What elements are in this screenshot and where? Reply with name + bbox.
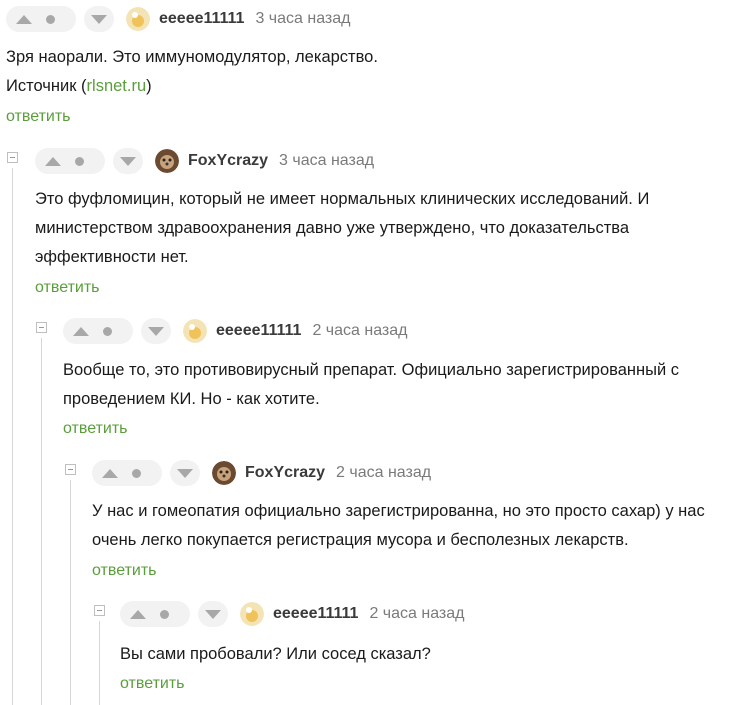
comment-line: очень легко покупается регистрация мусор… — [92, 531, 629, 549]
vote-up-icon[interactable] — [45, 156, 61, 166]
reply-button[interactable]: ответить — [63, 420, 128, 438]
comment-time: 2 часа назад — [312, 322, 408, 339]
source-prefix: Источник ( — [6, 77, 87, 95]
vote-dot-icon — [132, 468, 141, 478]
collapse-icon[interactable] — [65, 464, 76, 475]
vote-down-button[interactable] — [198, 601, 228, 627]
vote-down-button[interactable] — [113, 148, 143, 174]
vote-dot-icon — [75, 156, 84, 166]
vote-down-icon — [148, 326, 164, 336]
vote-up-icon[interactable] — [130, 609, 146, 619]
thread-line-level-2 — [41, 338, 42, 705]
vote-down-icon — [205, 609, 221, 619]
collapse-icon[interactable] — [7, 152, 18, 163]
comment-time: 3 часа назад — [255, 10, 351, 27]
comment-line: Зря наорали. Это иммуномодулятор, лекарс… — [6, 48, 378, 66]
comment-time: 3 часа назад — [279, 152, 375, 169]
comment-header: eeeee11111 2 часа назад — [120, 599, 465, 629]
reply-button[interactable]: ответить — [6, 108, 71, 126]
source-line: Источник (rlsnet.ru) — [6, 72, 378, 101]
vote-down-icon — [120, 156, 136, 166]
source-link[interactable]: rlsnet.ru — [87, 77, 147, 95]
vote-pill — [63, 318, 133, 344]
source-suffix: ) — [146, 77, 152, 95]
vote-dot-icon — [103, 326, 112, 336]
avatar[interactable] — [240, 602, 264, 626]
comment-body: Вообще то, это противовирусный препарат.… — [63, 356, 679, 414]
comment-line: Вообще то, это противовирусный препарат.… — [63, 361, 680, 379]
vote-dot-icon — [46, 14, 55, 24]
comment-body: У нас и гомеопатия официально зарегистри… — [92, 497, 705, 555]
vote-pill — [35, 148, 105, 174]
vote-pill — [120, 601, 190, 627]
avatar[interactable] — [183, 319, 207, 343]
comment-line: Вы сами пробовали? Или сосед сказал? — [120, 645, 431, 663]
vote-pill — [92, 460, 162, 486]
vote-up-icon[interactable] — [16, 14, 32, 24]
vote-down-icon — [91, 14, 107, 24]
comment-line: Это фуфломицин, который не имеет нормаль… — [35, 190, 650, 208]
vote-down-button[interactable] — [170, 460, 200, 486]
comment-body: Это фуфломицин, который не имеет нормаль… — [35, 185, 649, 272]
vote-pill — [6, 6, 76, 32]
avatar[interactable] — [212, 461, 236, 485]
vote-up-icon[interactable] — [102, 468, 118, 478]
thread-line-level-4 — [99, 621, 100, 705]
reply-button[interactable]: ответить — [35, 279, 100, 297]
comment-header: eeeee11111 3 часа назад — [6, 4, 351, 34]
collapse-icon[interactable] — [94, 605, 105, 616]
author-name[interactable]: eeeee11111 — [216, 322, 301, 340]
comment-header: FoxYcrazy 2 часа назад — [92, 458, 431, 488]
reply-button[interactable]: ответить — [120, 675, 185, 693]
thread-line-level-3 — [70, 480, 71, 705]
author-name[interactable]: eeeee11111 — [159, 10, 244, 28]
vote-up-icon[interactable] — [73, 326, 89, 336]
vote-dot-icon — [160, 609, 169, 619]
comment-body: Вы сами пробовали? Или сосед сказал? — [120, 640, 431, 669]
author-name[interactable]: FoxYcrazy — [245, 464, 325, 482]
vote-down-button[interactable] — [84, 6, 114, 32]
comment-header: FoxYcrazy 3 часа назад — [35, 146, 374, 176]
comment-line: министерством здравоохранения давно уже … — [35, 219, 630, 237]
comment-line: эффективности нет. — [35, 248, 189, 266]
comment-body: Зря наорали. Это иммуномодулятор, лекарс… — [6, 43, 378, 101]
avatar[interactable] — [155, 149, 179, 173]
vote-down-icon — [177, 468, 193, 478]
vote-down-button[interactable] — [141, 318, 171, 344]
comment-header: eeeee11111 2 часа назад — [63, 316, 408, 346]
reply-button[interactable]: ответить — [92, 562, 157, 580]
collapse-icon[interactable] — [36, 322, 47, 333]
comment-line: проведением КИ. Но - как хотите. — [63, 390, 320, 408]
author-name[interactable]: FoxYcrazy — [188, 152, 268, 170]
avatar[interactable] — [126, 7, 150, 31]
comment-line: У нас и гомеопатия официально зарегистри… — [92, 502, 705, 520]
comment-time: 2 часа назад — [369, 605, 465, 622]
thread-line-level-1 — [12, 168, 13, 705]
author-name[interactable]: eeeee11111 — [273, 605, 358, 623]
comment-time: 2 часа назад — [336, 464, 432, 481]
